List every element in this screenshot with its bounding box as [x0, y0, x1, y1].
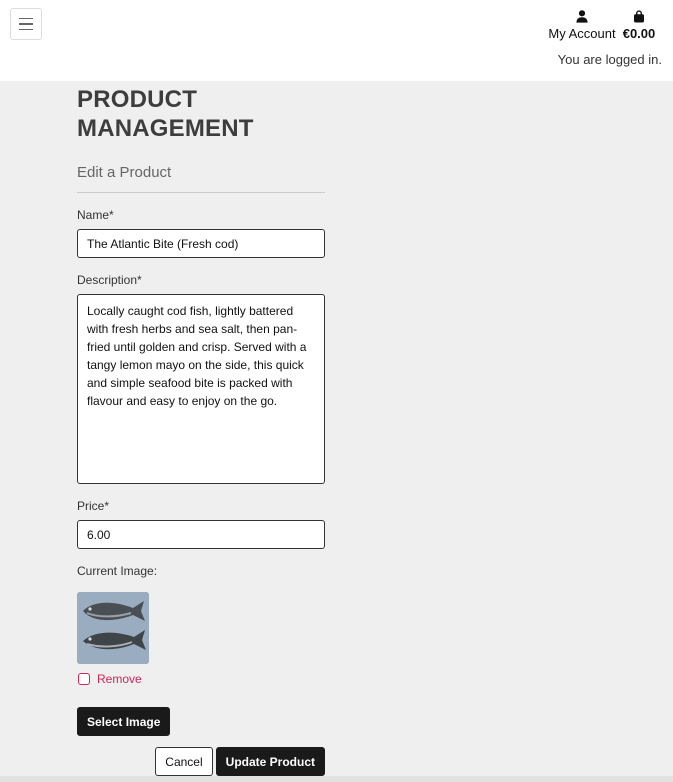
- name-label: Name*: [77, 208, 114, 222]
- page-subtitle: Edit a Product: [77, 164, 172, 181]
- divider: [77, 192, 325, 193]
- shopping-bag-icon: [634, 10, 644, 23]
- current-image-label: Current Image:: [77, 564, 158, 578]
- page-title: PRODUCT MANAGEMENT: [77, 86, 254, 142]
- top-navbar: My Account €0.00 You are logged in.: [0, 0, 673, 81]
- name-field[interactable]: [77, 229, 325, 258]
- bottom-scroll-edge: [0, 776, 673, 782]
- select-image-button[interactable]: Select Image: [77, 707, 171, 736]
- my-account-link[interactable]: My Account: [548, 10, 616, 41]
- description-field[interactable]: Locally caught cod fish, lightly battere…: [77, 294, 325, 484]
- description-label: Description*: [77, 273, 142, 287]
- menu-toggle-button[interactable]: [10, 8, 42, 40]
- form-actions: Cancel Update Product: [77, 747, 325, 776]
- fish-photo: [77, 592, 149, 664]
- remove-image-checkbox[interactable]: [78, 673, 90, 685]
- shopping-bag-link[interactable]: €0.00: [620, 10, 658, 41]
- hamburger-icon-line: [19, 23, 33, 25]
- hamburger-icon: [19, 17, 33, 20]
- hamburger-icon-line: [19, 28, 33, 31]
- login-status: You are logged in.: [557, 52, 662, 67]
- price-label: Price*: [77, 499, 110, 513]
- price-field[interactable]: [77, 520, 325, 549]
- cancel-button[interactable]: Cancel: [155, 747, 213, 776]
- bag-total: €0.00: [622, 26, 656, 41]
- remove-image-row: Remove: [77, 672, 325, 686]
- update-product-button[interactable]: Update Product: [215, 747, 325, 776]
- current-product-image: [77, 592, 149, 664]
- my-account-label: My Account: [548, 26, 616, 41]
- remove-image-label: Remove: [97, 672, 142, 686]
- user-icon: [576, 10, 588, 23]
- product-management-panel: PRODUCT MANAGEMENT Edit a Product Name* …: [77, 85, 325, 776]
